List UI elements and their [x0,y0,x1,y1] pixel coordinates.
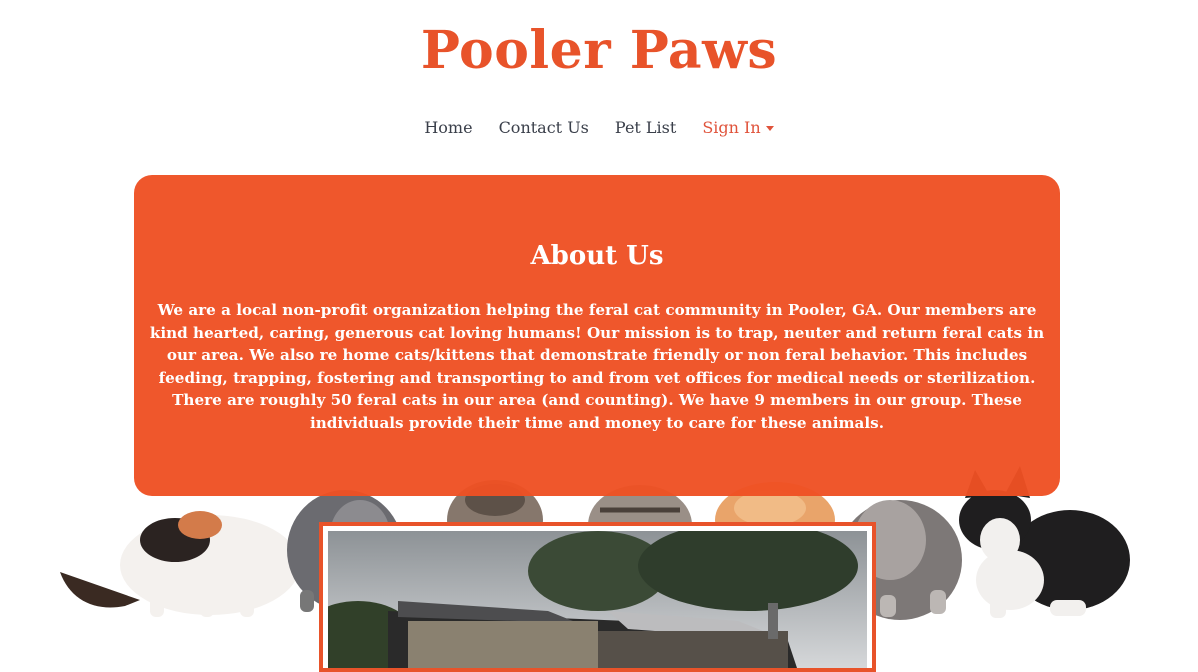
about-us-panel: About Us We are a local non-profit organ… [134,175,1060,496]
featured-photo-frame [319,522,876,672]
about-us-heading: About Us [530,241,664,271]
nav-contact-us[interactable]: Contact Us [499,118,589,137]
sign-in-label: Sign In [702,118,761,137]
nav-home[interactable]: Home [424,118,472,137]
site-title: Pooler Paws [420,20,778,81]
house-photo-image [328,531,867,668]
nav-sign-in-dropdown[interactable]: Sign In [702,118,774,137]
main-nav: Home Contact Us Pet List Sign In [0,118,1198,137]
about-us-text: We are a local non-profit organization h… [149,301,1045,432]
chevron-down-icon [765,126,774,131]
calico-cat-image [60,511,300,617]
nav-pet-list[interactable]: Pet List [615,118,676,137]
